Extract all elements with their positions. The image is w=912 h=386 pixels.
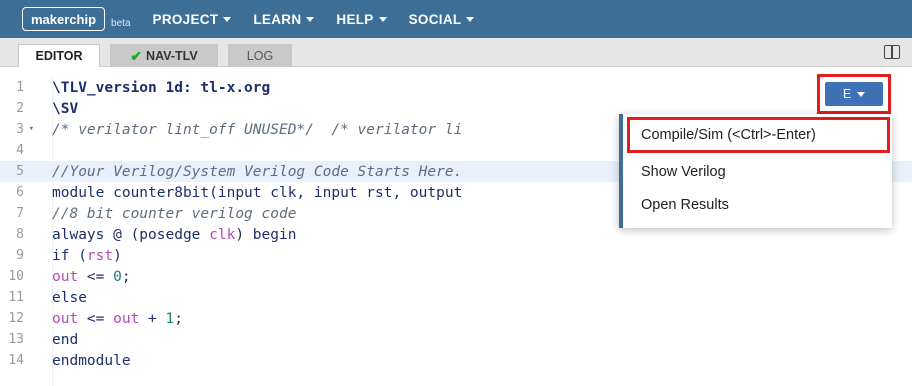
chevron-down-icon (306, 16, 315, 22)
line-number: 7 (16, 206, 24, 221)
code-text: //8 bit counter verilog code (52, 205, 297, 222)
fold-arrow-icon[interactable]: ▾ (29, 124, 34, 134)
split-pane-icon[interactable] (884, 45, 900, 59)
code-text: end (52, 331, 79, 348)
menu-item-show-verilog[interactable]: Show Verilog (641, 164, 726, 180)
code-text: out <= out + 1; (52, 310, 183, 327)
tab-nav-tlv[interactable]: ✔ NAV-TLV (110, 44, 218, 67)
beta-label: beta (111, 17, 131, 29)
chevron-down-icon (378, 16, 387, 22)
code-line[interactable]: 1 \TLV_version 1d: tl-x.org (0, 77, 912, 98)
line-number: 11 (8, 290, 24, 305)
code-text: endmodule (52, 352, 131, 369)
chevron-down-icon (466, 16, 475, 22)
line-number: 5 (16, 164, 24, 179)
line-number: 6 (16, 185, 24, 200)
code-text: always @ (posedge clk) begin (52, 226, 297, 243)
nav-project-menu[interactable]: PROJECT (153, 12, 232, 27)
code-text: else (52, 289, 87, 306)
nav-help-menu[interactable]: HELP (336, 12, 387, 27)
line-number: 12 (8, 311, 24, 326)
code-line[interactable]: 11 else (0, 287, 912, 308)
tab-bar: EDITOR ✔ NAV-TLV LOG (0, 38, 912, 67)
line-number: 9 (16, 248, 24, 263)
line-number: 13 (8, 332, 24, 347)
code-line[interactable]: 10 out <= 0; (0, 266, 912, 287)
line-number: 8 (16, 227, 24, 242)
nav-learn-menu[interactable]: LEARN (253, 12, 315, 27)
code-text: \TLV_version 1d: tl-x.org (52, 79, 271, 96)
line-number: 10 (8, 269, 24, 284)
line-number: 1 (16, 80, 24, 95)
e-button-highlight: E (817, 74, 891, 114)
line-number: 3 ▾ (16, 122, 34, 137)
line-number: 14 (8, 353, 24, 368)
code-text: \SV (52, 100, 79, 117)
code-text: if (rst) (52, 247, 122, 264)
code-line[interactable]: 14 endmodule (0, 350, 912, 371)
code-line[interactable]: 12 out <= out + 1; (0, 308, 912, 329)
code-text: module counter8bit(input clk, input rst,… (52, 184, 463, 201)
line-number: 2 (16, 101, 24, 116)
code-text: out <= 0; (52, 268, 131, 285)
line-number: 4 (16, 143, 24, 158)
menu-item-open-results[interactable]: Open Results (641, 197, 729, 213)
code-line[interactable]: 9 if (rst) (0, 245, 912, 266)
chevron-down-icon (857, 91, 866, 97)
tab-log[interactable]: LOG (228, 44, 292, 67)
code-text: //Your Verilog/System Verilog Code Start… (52, 163, 463, 180)
compile-sim-highlight (627, 117, 890, 153)
e-menu-button[interactable]: E (825, 82, 883, 106)
top-nav-bar: makerchip beta PROJECT LEARN HELP SOCIAL (0, 0, 912, 38)
code-line[interactable]: 13 end (0, 329, 912, 350)
logo-text: makerchip (31, 11, 97, 27)
checkmark-icon: ✔ (130, 47, 143, 64)
nav-social-menu[interactable]: SOCIAL (409, 12, 475, 27)
tab-editor[interactable]: EDITOR (18, 44, 100, 67)
code-text: /* verilator lint_off UNUSED*/ /* verila… (52, 121, 463, 138)
chevron-down-icon (223, 16, 232, 22)
makerchip-logo[interactable]: makerchip (22, 7, 106, 31)
